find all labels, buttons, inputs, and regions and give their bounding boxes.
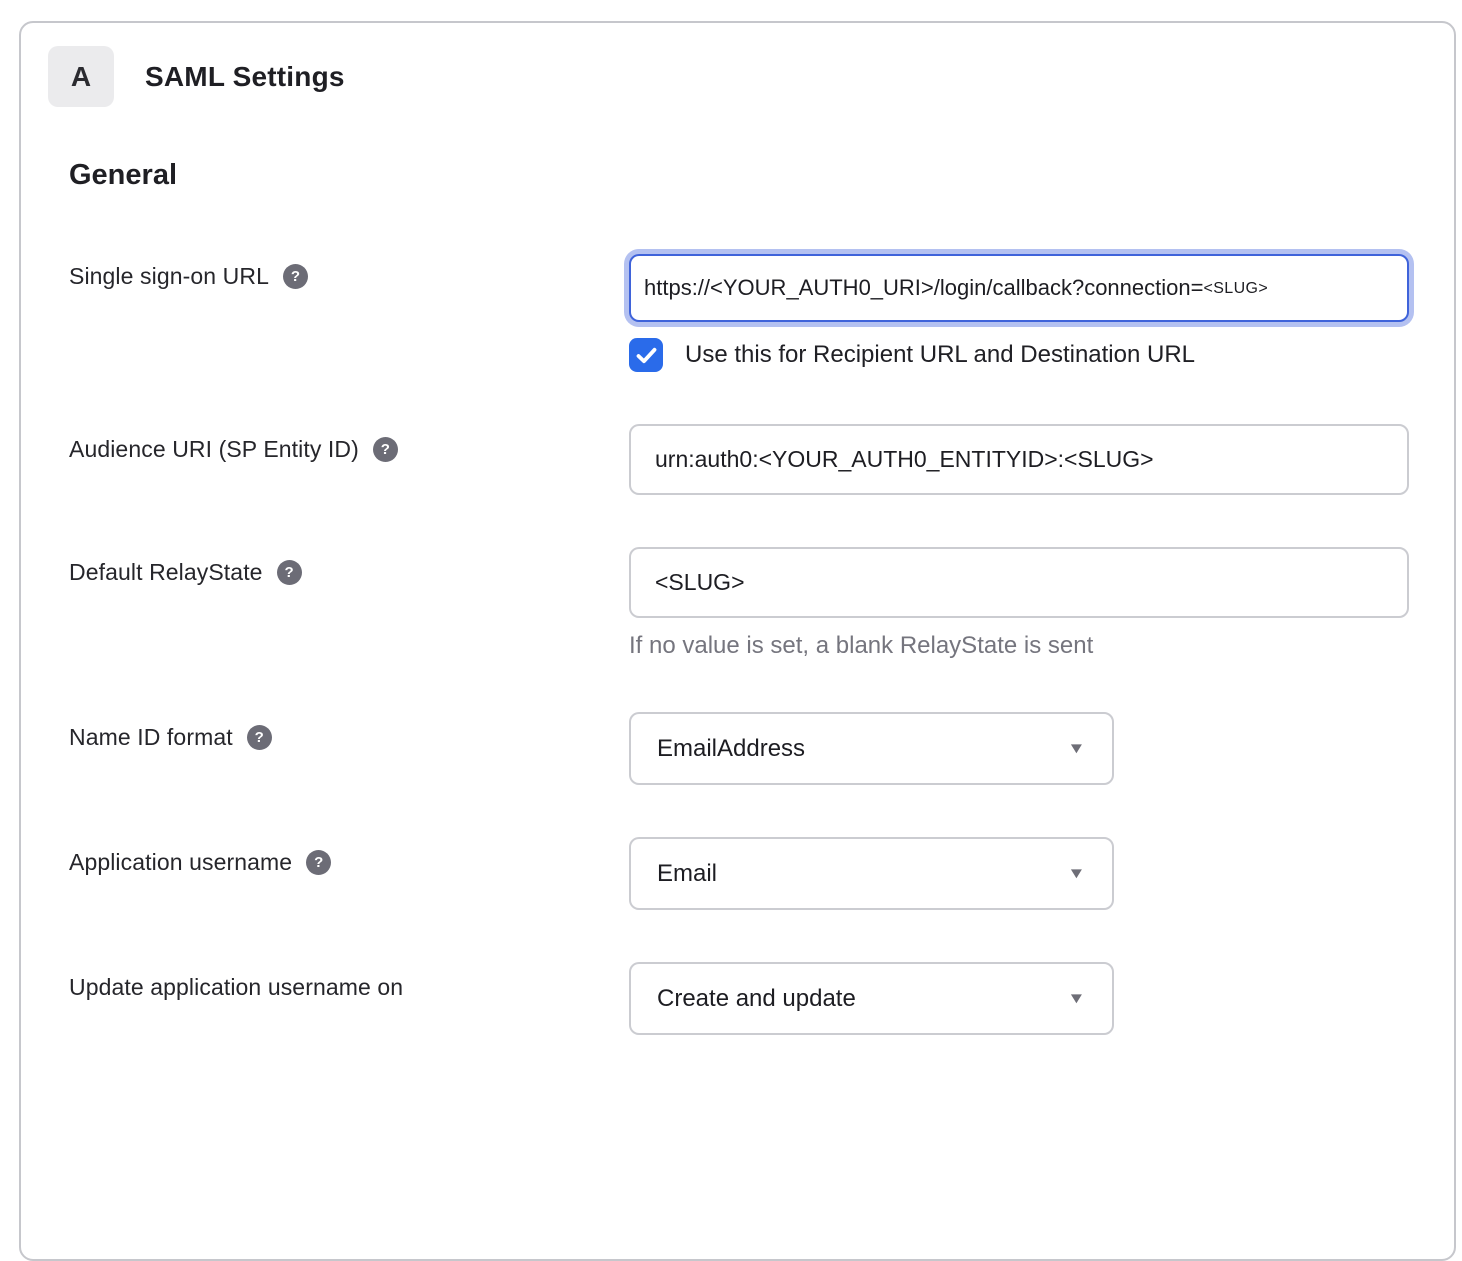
application-username-select[interactable]: Email ▼	[629, 837, 1114, 910]
field-row-update-username: Update application username on Create an…	[69, 962, 1410, 1035]
update-username-select[interactable]: Create and update ▼	[629, 962, 1114, 1035]
application-username-label-group: Application username ?	[69, 837, 629, 876]
page-title: SAML Settings	[145, 61, 345, 93]
sso-url-value: https://<YOUR_AUTH0_URI>/login/callback?…	[644, 275, 1203, 301]
recipient-url-checkbox-label: Use this for Recipient URL and Destinati…	[685, 341, 1195, 369]
relaystate-helper-text: If no value is set, a blank RelayState i…	[629, 632, 1410, 660]
section-badge: A	[48, 46, 114, 107]
field-row-name-id-format: Name ID format ? EmailAddress ▼	[69, 712, 1410, 785]
relaystate-input[interactable]: <SLUG>	[629, 547, 1409, 618]
sso-url-label-group: Single sign-on URL ?	[69, 251, 629, 290]
relaystate-control: <SLUG> If no value is set, a blank Relay…	[629, 547, 1410, 660]
chevron-down-icon: ▼	[1067, 740, 1086, 757]
application-username-label: Application username	[69, 849, 292, 876]
help-icon[interactable]: ?	[373, 437, 398, 462]
card-header: A SAML Settings	[48, 46, 1410, 107]
sso-url-value-slug: <SLUG>	[1203, 278, 1268, 298]
recipient-url-checkbox-row: Use this for Recipient URL and Destinati…	[629, 338, 1410, 372]
checkmark-icon	[636, 347, 657, 364]
relaystate-label: Default RelayState	[69, 559, 263, 586]
name-id-format-control: EmailAddress ▼	[629, 712, 1410, 785]
general-heading: General	[69, 159, 1410, 192]
chevron-down-icon: ▼	[1067, 990, 1086, 1007]
field-row-application-username: Application username ? Email ▼	[69, 837, 1410, 910]
name-id-format-value: EmailAddress	[657, 735, 805, 763]
application-username-control: Email ▼	[629, 837, 1410, 910]
help-icon[interactable]: ?	[247, 725, 272, 750]
audience-uri-control: urn:auth0:<YOUR_AUTH0_ENTITYID>:<SLUG>	[629, 424, 1410, 495]
update-username-value: Create and update	[657, 985, 856, 1013]
help-icon[interactable]: ?	[306, 850, 331, 875]
field-row-audience-uri: Audience URI (SP Entity ID) ? urn:auth0:…	[69, 424, 1410, 495]
audience-uri-label-group: Audience URI (SP Entity ID) ?	[69, 424, 629, 463]
field-row-sso-url: Single sign-on URL ? https://<YOUR_AUTH0…	[69, 251, 1410, 372]
audience-uri-label: Audience URI (SP Entity ID)	[69, 436, 359, 463]
application-username-value: Email	[657, 860, 717, 888]
chevron-down-icon: ▼	[1067, 865, 1086, 882]
field-row-relaystate: Default RelayState ? <SLUG> If no value …	[69, 547, 1410, 660]
form-rows: Single sign-on URL ? https://<YOUR_AUTH0…	[69, 251, 1410, 1035]
name-id-format-label-group: Name ID format ?	[69, 712, 629, 751]
update-username-control: Create and update ▼	[629, 962, 1410, 1035]
name-id-format-label: Name ID format	[69, 724, 233, 751]
sso-url-label: Single sign-on URL	[69, 263, 269, 290]
recipient-url-checkbox[interactable]	[629, 338, 663, 372]
sso-url-control: https://<YOUR_AUTH0_URI>/login/callback?…	[629, 251, 1410, 372]
help-icon[interactable]: ?	[283, 264, 308, 289]
update-username-label-group: Update application username on	[69, 962, 629, 1001]
update-username-label: Update application username on	[69, 974, 403, 1001]
saml-settings-card: A SAML Settings General Single sign-on U…	[19, 21, 1456, 1261]
name-id-format-select[interactable]: EmailAddress ▼	[629, 712, 1114, 785]
relaystate-label-group: Default RelayState ?	[69, 547, 629, 586]
audience-uri-input[interactable]: urn:auth0:<YOUR_AUTH0_ENTITYID>:<SLUG>	[629, 424, 1409, 495]
sso-url-input[interactable]: https://<YOUR_AUTH0_URI>/login/callback?…	[629, 254, 1409, 322]
help-icon[interactable]: ?	[277, 560, 302, 585]
